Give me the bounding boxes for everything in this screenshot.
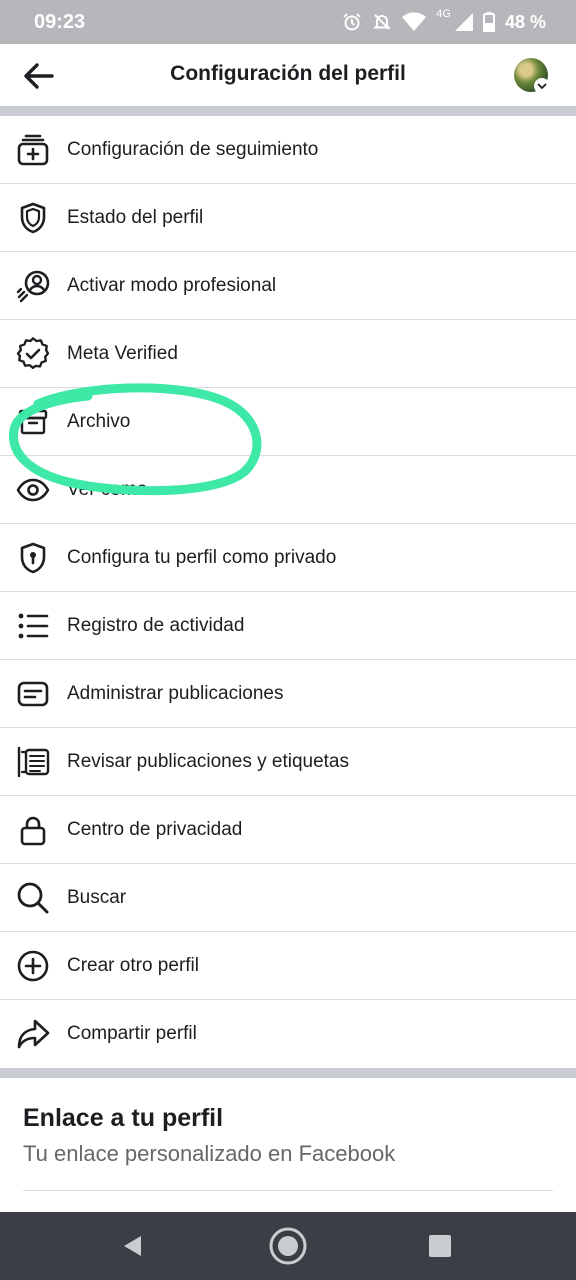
nav-back-button[interactable] — [113, 1226, 153, 1266]
triangle-back-icon — [124, 1236, 141, 1256]
private-shield-icon — [16, 541, 50, 575]
nav-home-button[interactable] — [268, 1226, 308, 1266]
menu-item-archive[interactable]: Archivo — [0, 388, 576, 456]
menu-item-label: Configura tu perfil como privado — [67, 547, 337, 568]
network-type: 4G — [436, 7, 451, 20]
add-circle-icon — [16, 949, 50, 983]
alarm-icon — [343, 13, 361, 31]
menu-item-label: Centro de privacidad — [67, 819, 243, 840]
menu-item-share-profile[interactable]: Compartir perfil — [0, 1000, 576, 1068]
profile-link-subtitle: Tu enlace personalizado en Facebook — [23, 1141, 396, 1166]
menu-item-label: Administrar publicaciones — [67, 683, 284, 704]
menu-item-follow-settings[interactable]: Configuración de seguimiento — [0, 116, 576, 184]
menu-item-label: Estado del perfil — [67, 207, 204, 228]
menu-item-label: Meta Verified — [67, 343, 178, 364]
battery-icon — [482, 12, 495, 32]
menu-item-label: Crear otro perfil — [67, 955, 199, 976]
divider — [23, 1190, 553, 1191]
menu-item-label: Buscar — [67, 887, 127, 908]
system-nav-bar — [0, 1212, 576, 1280]
nav-recents-button[interactable] — [420, 1226, 460, 1266]
page-title: Configuración del perfil — [170, 62, 406, 85]
app-header: Configuración del perfil — [0, 44, 576, 106]
menu-item-review-posts[interactable]: Revisar publicaciones y etiquetas — [0, 728, 576, 796]
menu-item-label: Activar modo profesional — [67, 275, 277, 296]
menu-item-profile-status[interactable]: Estado del perfil — [0, 184, 576, 252]
menu-item-create-profile[interactable]: Crear otro perfil — [0, 932, 576, 1000]
menu-item-manage-posts[interactable]: Administrar publicaciones — [0, 660, 576, 728]
menu-item-label: Compartir perfil — [67, 1023, 197, 1044]
menu-item-label: Configuración de seguimiento — [67, 139, 319, 160]
verified-badge-icon — [16, 337, 50, 371]
profile-link-section[interactable]: Enlace a tu perfil Tu enlace personaliza… — [0, 1078, 576, 1214]
menu-item-label: Ver como — [67, 479, 148, 500]
home-circle-icon — [269, 1227, 307, 1265]
lock-icon — [16, 813, 50, 847]
list-icon — [16, 609, 50, 643]
signal-icon — [454, 13, 473, 31]
status-icons: 4G 48 % — [342, 8, 546, 33]
menu-item-label: Revisar publicaciones y etiquetas — [67, 751, 349, 772]
status-bar: 09:23 4G 48 % — [0, 0, 576, 44]
profile-link-title: Enlace a tu perfil — [23, 1104, 224, 1132]
menu-item-private-profile[interactable]: Configura tu perfil como privado — [0, 524, 576, 592]
share-icon — [16, 1017, 50, 1051]
menu-item-label: Archivo — [67, 411, 131, 432]
square-recents-icon — [429, 1235, 451, 1257]
status-time: 09:23 — [34, 10, 86, 33]
review-posts-icon — [16, 745, 50, 779]
shield-icon — [16, 201, 50, 235]
menu-item-search[interactable]: Buscar — [0, 864, 576, 932]
menu-item-meta-verified[interactable]: Meta Verified — [0, 320, 576, 388]
battery-level: 48 % — [504, 11, 546, 32]
wifi-icon — [402, 12, 427, 31]
eye-icon — [16, 473, 50, 507]
menu-item-label: Registro de actividad — [67, 615, 245, 636]
section-divider — [0, 106, 576, 116]
posts-icon — [16, 677, 50, 711]
follow-settings-icon — [16, 133, 50, 167]
menu-item-privacy-center[interactable]: Centro de privacidad — [0, 796, 576, 864]
archive-icon — [16, 405, 50, 439]
settings-menu: Configuración de seguimiento Estado del … — [0, 116, 576, 1068]
professional-mode-icon — [16, 269, 50, 303]
section-divider — [0, 1068, 576, 1078]
chevron-down-icon[interactable] — [534, 78, 550, 94]
menu-item-activity-log[interactable]: Registro de actividad — [0, 592, 576, 660]
search-icon — [16, 881, 50, 915]
menu-item-professional-mode[interactable]: Activar modo profesional — [0, 252, 576, 320]
notifications-off-icon — [373, 14, 392, 30]
menu-item-view-as[interactable]: Ver como — [0, 456, 576, 524]
